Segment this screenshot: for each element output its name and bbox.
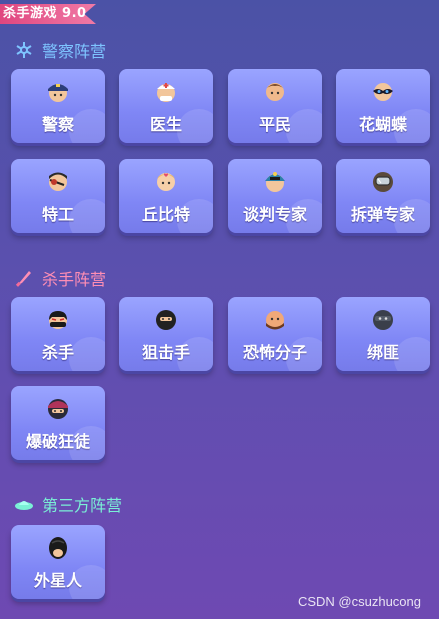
- cupid-avatar-icon: [157, 173, 175, 191]
- doctor-avatar-icon: [157, 83, 175, 102]
- role-label: 爆破狂徒: [25, 432, 90, 451]
- role-label: 绑匪: [366, 343, 399, 362]
- snowflake-icon: [16, 42, 32, 58]
- role-card-terrorist[interactable]: 恐怖分子: [228, 297, 322, 371]
- role-card-police[interactable]: 警察: [11, 69, 105, 143]
- alien-avatar-icon: [49, 537, 67, 559]
- role-card-negotiator[interactable]: 谈判专家: [228, 159, 322, 233]
- role-label: 恐怖分子: [242, 343, 307, 362]
- role-label: 平民: [258, 115, 291, 134]
- app-title-ribbon: 杀手游戏 9.0: [0, 4, 96, 24]
- role-label: 丘比特: [141, 205, 190, 224]
- role-card-bomb-expert[interactable]: 拆弹专家: [336, 159, 430, 233]
- role-card-doctor[interactable]: 医生: [119, 69, 213, 143]
- sniper-avatar-icon: [156, 310, 176, 330]
- police-avatar-icon: [48, 84, 68, 102]
- role-card-civilian[interactable]: 平民: [228, 69, 322, 143]
- role-label: 医生: [149, 115, 182, 134]
- role-label: 特工: [41, 205, 74, 224]
- role-card-kidnapper[interactable]: 绑匪: [336, 297, 430, 371]
- bomber-avatar-icon: [48, 399, 68, 419]
- role-label: 拆弹专家: [350, 205, 415, 224]
- agent-avatar-icon: [49, 172, 67, 191]
- role-label: 杀手: [41, 343, 74, 362]
- section-title-label: 警察阵营: [42, 42, 107, 61]
- role-card-sniper[interactable]: 狙击手: [119, 297, 213, 371]
- role-card-agent[interactable]: 特工: [11, 159, 105, 233]
- civilian-avatar-icon: [266, 83, 284, 101]
- section-title-label: 第三方阵营: [42, 496, 123, 515]
- role-card-killer[interactable]: 杀手: [11, 297, 105, 371]
- role-card-bomber[interactable]: 爆破狂徒: [11, 386, 105, 460]
- section-title-label: 杀手阵营: [42, 270, 107, 289]
- section-title-third-party: 第三方阵营: [14, 492, 122, 516]
- ufo-icon: [15, 501, 33, 510]
- watermark: CSDN @csuzhucong: [297, 594, 421, 609]
- bomb-expert-avatar-icon: [373, 172, 393, 192]
- butterfly-avatar-icon: [373, 83, 393, 101]
- role-label: 外星人: [33, 571, 82, 590]
- role-card-alien[interactable]: 外星人: [11, 525, 105, 599]
- role-label: 谈判专家: [242, 205, 307, 224]
- negotiator-avatar-icon: [265, 172, 285, 192]
- role-label: 警察: [41, 115, 74, 134]
- section-title-police: 警察阵营: [14, 38, 106, 62]
- role-card-butterfly[interactable]: 花蝴蝶: [336, 69, 430, 143]
- terrorist-avatar-icon: [266, 311, 284, 330]
- killer-avatar-icon: [49, 311, 67, 329]
- knife-icon: [15, 271, 31, 287]
- section-title-killer: 杀手阵营: [14, 266, 106, 290]
- role-card-cupid[interactable]: 丘比特: [119, 159, 213, 233]
- kidnapper-avatar-icon: [373, 310, 393, 330]
- role-label: 花蝴蝶: [358, 115, 407, 134]
- role-label: 狙击手: [141, 343, 190, 362]
